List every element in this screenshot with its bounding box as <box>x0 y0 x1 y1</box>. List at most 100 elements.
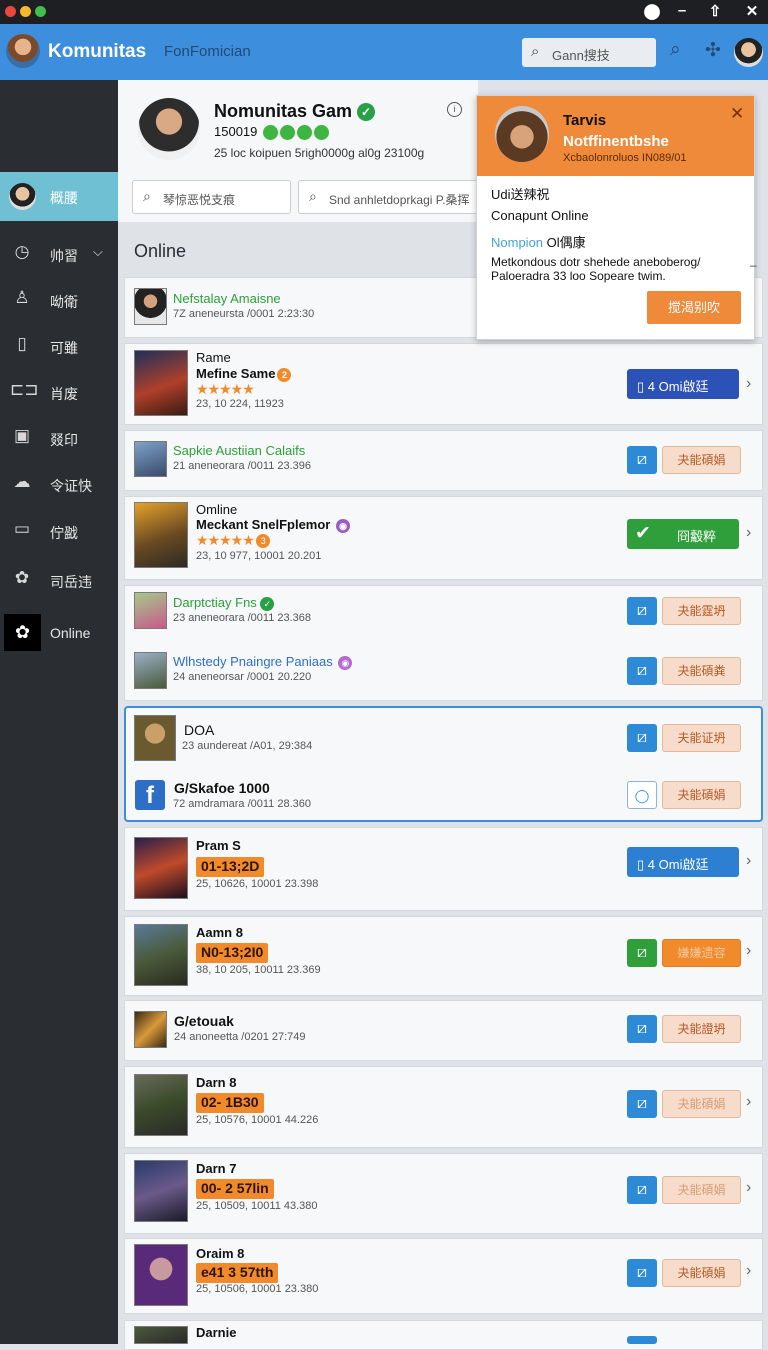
filter-input-2[interactable]: ⌕ Snd anhletdoprkagi P.桑挥 <box>298 180 478 214</box>
edit-icon[interactable] <box>627 1336 657 1344</box>
profile-photo[interactable] <box>138 98 200 160</box>
game-name: Sapkie Austiian Calaifs <box>173 443 306 458</box>
sidebar-item-label: 叕印 <box>50 432 78 448</box>
location-pin-icon[interactable]: ⬤ <box>642 2 662 20</box>
action-button[interactable]: 夬能碩娟 <box>662 1259 741 1287</box>
game-name-text: Meckant SnelFplemor <box>196 517 331 532</box>
minimize-icon[interactable]: – <box>672 2 692 19</box>
count-badge: 2 <box>277 367 292 382</box>
edit-icon[interactable]: ⧄ <box>627 446 657 474</box>
action-button[interactable]: 夬能證坍 <box>662 1015 741 1043</box>
popup-desc-1: Metkondous dotr shehede aneboberog/ <box>491 255 701 269</box>
game-meta: 25, 10626, 10001 23.398 <box>196 878 319 890</box>
action-button[interactable]: 夬能碩娟 <box>662 1176 741 1204</box>
game-name: Aamn 8 <box>196 925 243 940</box>
restore-icon[interactable]: ⇧ <box>705 2 725 20</box>
chevron-right-icon[interactable]: › <box>746 1262 751 1280</box>
popup-action-button[interactable]: 搅渴别吹 <box>647 291 741 324</box>
phone-icon: ▯ <box>637 379 645 394</box>
game-name: Wlhstedy Pnaingre Paniaas ◉ <box>173 654 353 670</box>
verified-check-icon: ✓ <box>357 103 376 122</box>
filter-input-1[interactable]: ⌕ 琴惊恶悦支痕 <box>132 180 291 214</box>
close-icon[interactable]: ✕ <box>730 104 744 124</box>
sidebar-item-8[interactable]: Online <box>0 611 118 655</box>
sidebar-item-2[interactable]: ▯ 可雖 <box>0 324 118 368</box>
close-dot-icon[interactable] <box>5 6 16 17</box>
chevron-right-icon[interactable]: › <box>746 375 751 393</box>
game-thumbnail <box>134 502 188 568</box>
online-button[interactable]: ▯ 4 Omi啟廷 <box>627 369 739 399</box>
profile-id-text: 150019 <box>214 124 258 139</box>
game-name: Darnie <box>196 1325 237 1340</box>
sidebar-item-0[interactable]: ◷ 帅習 ⌵ <box>0 232 118 276</box>
facebook-icon: f <box>135 780 165 810</box>
image-icon: ▣ <box>13 426 31 445</box>
sidebar-item-6[interactable]: ▭ 佇戤 <box>0 509 118 553</box>
chevron-right-icon[interactable]: › <box>746 1179 751 1197</box>
game-thumbnail <box>134 1326 188 1344</box>
game-meta: 23, 10 977, 10001 20.201 <box>196 550 322 562</box>
action-button[interactable]: 夬能碩娟 <box>662 1090 741 1118</box>
phone-icon: ▯ <box>637 857 645 872</box>
game-name: G/etouak <box>174 1013 234 1029</box>
action-button[interactable]: 夬能碩娟 <box>662 781 741 809</box>
user-avatar[interactable] <box>734 38 763 67</box>
game-name: DOA <box>184 722 215 738</box>
sidebar-item-label: 可雖 <box>50 340 78 356</box>
game-name: Meckant SnelFplemor ◉ <box>196 517 350 533</box>
app-avatar[interactable] <box>6 34 40 68</box>
game-meta: 23 aundereat /A01, 29:384 <box>182 740 313 752</box>
profile-name-text: Nomunitas Gam <box>214 101 353 121</box>
info-icon[interactable]: i <box>447 102 462 117</box>
game-name: Darn 8 <box>196 1075 237 1090</box>
radio-icon[interactable]: ◯ <box>627 781 657 809</box>
edit-icon[interactable]: ⧄ <box>627 1015 657 1043</box>
popup-desc-2: Paloeradra 33 loo Sopeare twim. <box>491 269 666 283</box>
sidebar-item-5[interactable]: ☁ 令证快 <box>0 462 118 506</box>
chevron-right-icon[interactable]: › <box>746 524 751 542</box>
chevron-right-icon[interactable]: › <box>746 852 751 870</box>
game-thumbnail <box>134 715 176 761</box>
popup-title: Notffinentbshe <box>563 133 669 150</box>
game-thumbnail <box>134 1074 188 1136</box>
edit-icon[interactable]: ⧄ <box>627 939 657 967</box>
edit-icon[interactable]: ⧄ <box>627 1259 657 1287</box>
edit-icon[interactable]: ⧄ <box>627 1090 657 1118</box>
maximize-dot-icon[interactable] <box>35 6 46 17</box>
settings-icon[interactable]: ✣ <box>705 39 721 62</box>
game-name: Mefine Same 2 <box>196 366 292 382</box>
top-search-input[interactable]: ⌕ Gann搜技 <box>522 38 656 67</box>
minimize-dot-icon[interactable] <box>20 6 31 17</box>
sidebar-item-top[interactable]: 概腰 <box>0 172 118 221</box>
sidebar-item-7[interactable]: ✿ 司岳违 <box>0 558 118 602</box>
edit-icon[interactable]: ⧄ <box>627 597 657 625</box>
sidebar-item-1[interactable]: ♙ 呦衛 <box>0 278 118 322</box>
popup-line-3a[interactable]: Nompion <box>491 235 543 250</box>
gamepad-icon: ⊏⊐ <box>10 380 39 399</box>
chevron-right-icon[interactable]: › <box>746 942 751 960</box>
edit-icon[interactable]: ⧄ <box>627 724 657 752</box>
sidebar-item-label: 佇戤 <box>50 525 78 541</box>
action-button[interactable]: 嫌嫌遗容 <box>662 939 741 967</box>
action-button[interactable]: 夫能证坍 <box>662 724 741 752</box>
action-button[interactable]: 夬能碩娟 <box>662 446 741 474</box>
sidebar-item-4[interactable]: ▣ 叕印 <box>0 416 118 460</box>
action-button[interactable]: 夬能碩粪 <box>662 657 741 685</box>
sidebar-item-3[interactable]: ⊏⊐ 肖废 <box>0 370 118 414</box>
edit-icon[interactable]: ⧄ <box>627 657 657 685</box>
edit-icon[interactable]: ⧄ <box>627 1176 657 1204</box>
search-icon[interactable]: ⌕ <box>670 39 681 61</box>
search-icon: ⌕ <box>143 188 151 204</box>
gear-icon: ✿ <box>14 568 30 587</box>
popup-line-3: Nompion Ol偶康 <box>491 232 586 251</box>
game-meta: 21 aneneorara /0011 23.396 <box>173 460 312 472</box>
close-icon[interactable]: ✕ <box>742 2 762 20</box>
sidebar: 概腰 ◷ 帅習 ⌵ ♙ 呦衛 ▯ 可雖 ⊏⊐ 肖废 ▣ 叕印 ☁ 令证快 ▭ 佇戤 ✿ 司岳违 ✿… <box>0 80 118 1344</box>
chevron-right-icon[interactable]: › <box>746 1093 751 1111</box>
joined-button[interactable]: ✔ 冏觳粹 <box>627 519 739 549</box>
action-button[interactable]: 夬能霆坍 <box>662 597 741 625</box>
cloud-icon: ☁ <box>13 472 31 491</box>
popup-line-3b: Ol偶康 <box>546 235 586 250</box>
game-thumbnail <box>134 924 188 986</box>
online-button[interactable]: ▯ 4 Omi啟廷 <box>627 847 739 877</box>
